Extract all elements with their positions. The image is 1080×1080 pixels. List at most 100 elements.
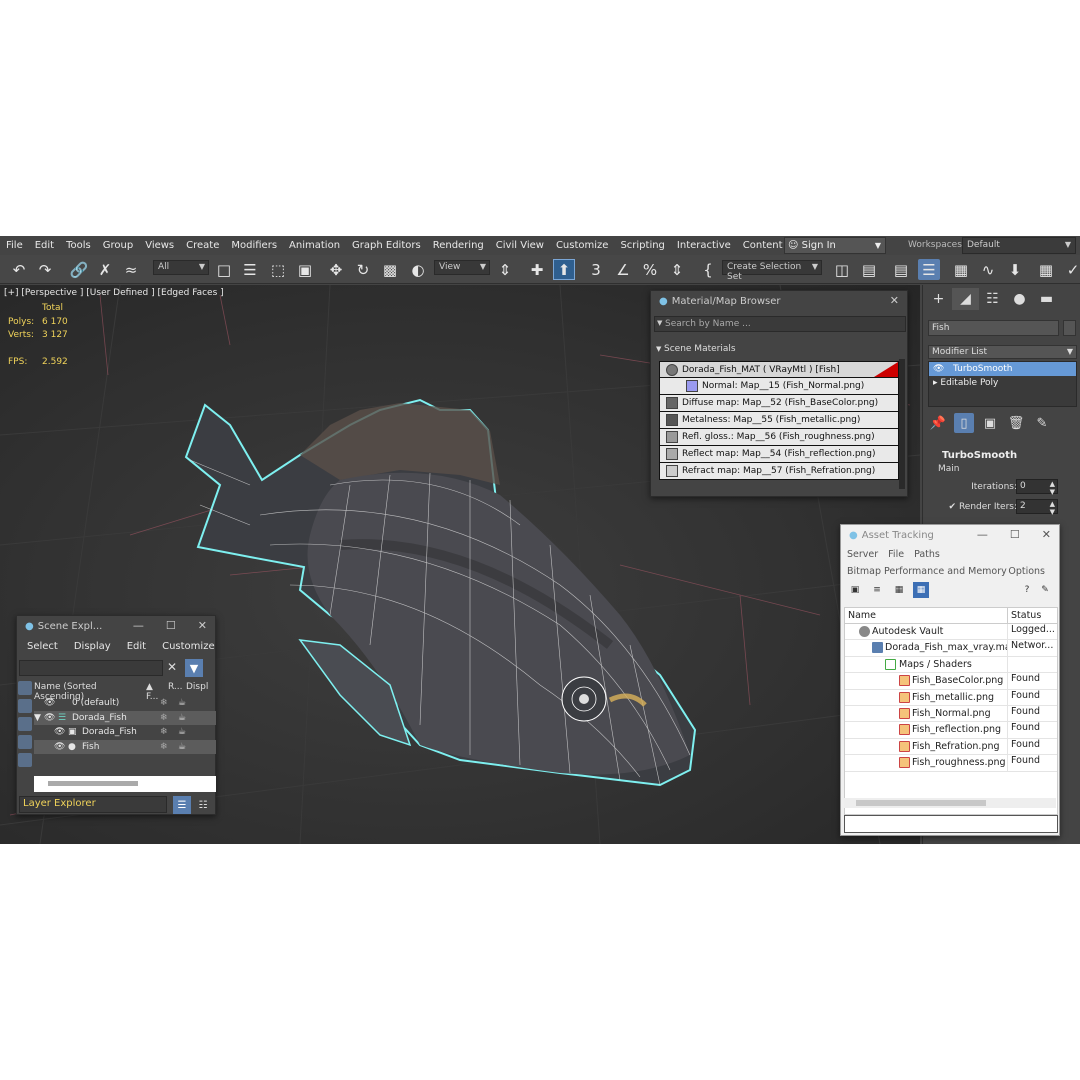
col-display[interactable]: Displ — [186, 682, 208, 695]
freeze-icon[interactable]: ❄ — [160, 713, 168, 723]
tree-row[interactable]: 👁 ▣ Dorada_Fish ❄ ☕ — [34, 725, 216, 740]
select-by-name-icon[interactable]: ☰ — [239, 259, 261, 280]
selection-filter-dropdown[interactable]: All ▼ — [153, 260, 209, 275]
settings-icon[interactable]: ✎ — [1037, 582, 1053, 598]
filter-icon[interactable]: ▼ — [185, 659, 203, 677]
undo-icon[interactable]: ↶ — [8, 259, 30, 280]
scene-explorer-toggle-icon[interactable]: ▤ — [890, 259, 912, 280]
tree-row[interactable]: 👁 ● Fish ❄ ☕ — [34, 739, 216, 754]
tree-row[interactable]: ▼ 👁 ☰ Dorada_Fish ❄ ☕ — [34, 710, 216, 725]
menu-interactive[interactable]: Interactive — [671, 240, 737, 251]
teapot-icon[interactable]: ☕ — [178, 727, 186, 737]
material-row[interactable]: Dorada_Fish_MAT ( VRayMtl ) [Fish] — [659, 361, 899, 378]
eye-icon[interactable]: 👁 — [933, 364, 953, 374]
eye-icon[interactable]: 👁 — [54, 742, 65, 752]
named-selection-set-dropdown[interactable]: Create Selection Set ▼ — [722, 260, 822, 282]
asset-row[interactable]: Fish_Refration.png Found — [845, 738, 1057, 756]
asset-row[interactable]: Autodesk Vault Logged... — [845, 624, 1057, 641]
eye-icon[interactable]: 👁 — [54, 727, 65, 737]
menu-edit[interactable]: Edit — [29, 240, 60, 251]
bind-spacewarp-icon[interactable]: ≈ — [120, 259, 142, 280]
object-name-field[interactable]: Fish — [928, 320, 1059, 336]
table-view-icon[interactable]: ▦ — [913, 582, 929, 598]
menu-animation[interactable]: Animation — [283, 240, 346, 251]
material-editor-icon[interactable]: ▦ — [1035, 259, 1057, 280]
make-unique-icon[interactable]: ▣ — [980, 413, 1000, 433]
show-end-result-icon[interactable]: ▯ — [954, 413, 974, 433]
menu-server[interactable]: Server — [847, 549, 878, 560]
close-icon[interactable]: ✕ — [1042, 528, 1051, 541]
asset-row[interactable]: Fish_metallic.png Found — [845, 689, 1057, 706]
asset-row[interactable]: Maps / Shaders — [845, 656, 1057, 674]
menu-edit[interactable]: Edit — [119, 641, 154, 652]
snaps-toggle-icon[interactable]: 3 — [585, 259, 607, 280]
layer-explorer-icon[interactable]: ☰ — [173, 796, 191, 814]
redo-icon[interactable]: ↷ — [34, 259, 56, 280]
asset-tracking-titlebar[interactable]: ● Asset Tracking — ☐ ✕ — [841, 525, 1059, 546]
placement-icon[interactable]: ◐ — [407, 259, 429, 280]
reference-coordinate-dropdown[interactable]: View ▼ — [434, 260, 490, 275]
pivot-center-icon[interactable]: ⇕ — [494, 259, 516, 280]
asset-row[interactable]: Fish_roughness.png Found — [845, 755, 1057, 772]
asset-row[interactable]: Fish_BaseColor.png Found — [845, 673, 1057, 690]
map-row[interactable]: Normal: Map__15 (Fish_Normal.png) — [659, 378, 899, 395]
menu-file[interactable]: File — [0, 240, 29, 251]
menu-civil-view[interactable]: Civil View — [490, 240, 550, 251]
menu-rendering[interactable]: Rendering — [427, 240, 490, 251]
curve-editor-icon[interactable]: ∿ — [977, 259, 999, 280]
list-view-icon[interactable]: ≡ — [869, 582, 885, 598]
configure-modifier-sets-icon[interactable]: ✎ — [1032, 413, 1052, 433]
unlink-icon[interactable]: ✗ — [94, 259, 116, 280]
expand-arrow-icon[interactable]: ▸ — [933, 378, 940, 388]
scene-tree-hscroll[interactable] — [34, 776, 216, 792]
menu-display[interactable]: Display — [66, 641, 119, 652]
map-row[interactable]: Diffuse map: Map__52 (Fish_BaseColor.png… — [659, 395, 899, 412]
maximize-icon[interactable]: ☐ — [1010, 528, 1020, 541]
col-name[interactable]: Name (Sorted Ascending) — [34, 682, 146, 702]
select-object-icon[interactable]: □ — [213, 259, 235, 280]
teapot-icon[interactable]: ☕ — [178, 713, 186, 723]
tree-row[interactable]: 👁 0 (default) ❄ ☕ — [34, 696, 216, 711]
hierarchy-icon[interactable]: ☷ — [194, 796, 212, 814]
spinner-arrows-icon[interactable]: ▲ ▼ — [1050, 500, 1055, 516]
spinner-arrows-icon[interactable]: ▲ ▼ — [1050, 480, 1055, 496]
angle-snap-icon[interactable]: ∠ — [612, 259, 634, 280]
menu-tools[interactable]: Tools — [60, 240, 97, 251]
modify-tab-icon[interactable]: ◢ — [952, 288, 979, 310]
create-tab-icon[interactable]: + — [925, 288, 952, 310]
percent-snap-icon[interactable]: % — [639, 259, 661, 280]
mirror-icon[interactable]: ◫ — [831, 259, 853, 280]
sign-in-dropdown[interactable]: ☺ Sign In ▼ — [784, 237, 886, 254]
modifier-list-dropdown[interactable]: Modifier List ▼ — [928, 345, 1077, 359]
material-browser-titlebar[interactable]: ● Material/Map Browser ✕ — [651, 291, 907, 312]
close-icon[interactable]: ✕ — [890, 294, 899, 307]
menu-views[interactable]: Views — [139, 240, 180, 251]
render-setup-icon[interactable]: ✓ — [1062, 259, 1080, 280]
col-renderable[interactable]: R... — [168, 682, 186, 695]
map-row[interactable]: Refract map: Map__57 (Fish_Refration.png… — [659, 463, 899, 480]
menu-customize[interactable]: Customize — [550, 240, 615, 251]
render-iters-spinner[interactable]: 2 ▲ ▼ — [1016, 499, 1058, 516]
rollout-title[interactable]: TurboSmooth — [928, 450, 1077, 461]
menu-bitmap-performance[interactable]: Bitmap Performance and Memory — [847, 566, 1007, 577]
select-manipulate-icon[interactable]: ✚ — [526, 259, 548, 280]
layer-explorer-toggle-icon[interactable]: ☰ — [918, 259, 940, 280]
menu-content[interactable]: Content — [737, 240, 789, 251]
menu-graph-editors[interactable]: Graph Editors — [346, 240, 427, 251]
thumbnail-view-icon[interactable]: ▦ — [891, 582, 907, 598]
menu-select[interactable]: Select — [19, 641, 66, 652]
workspaces-select[interactable]: Default ▼ — [962, 237, 1076, 254]
explorer-type-dropdown[interactable]: Layer Explorer — [19, 796, 167, 813]
map-row[interactable]: Metalness: Map__55 (Fish_metallic.png) — [659, 412, 899, 429]
maximize-icon[interactable]: ☐ — [166, 619, 176, 632]
menu-create[interactable]: Create — [180, 240, 225, 251]
freeze-icon[interactable]: ❄ — [160, 727, 168, 737]
render-iters-label[interactable]: ✔ Render Iters: — [949, 502, 1017, 512]
menu-modifiers[interactable]: Modifiers — [225, 240, 283, 251]
hierarchy-tab-icon[interactable]: ☷ — [979, 288, 1006, 310]
scene-explorer-titlebar[interactable]: ● Scene Expl... — ☐ ✕ — [17, 616, 215, 637]
help-icon[interactable]: ? — [1019, 582, 1035, 598]
col-name[interactable]: Name — [845, 608, 1008, 623]
iterations-spinner[interactable]: 0 ▲ ▼ — [1016, 479, 1058, 496]
pin-stack-icon[interactable]: 📌 — [928, 413, 948, 433]
